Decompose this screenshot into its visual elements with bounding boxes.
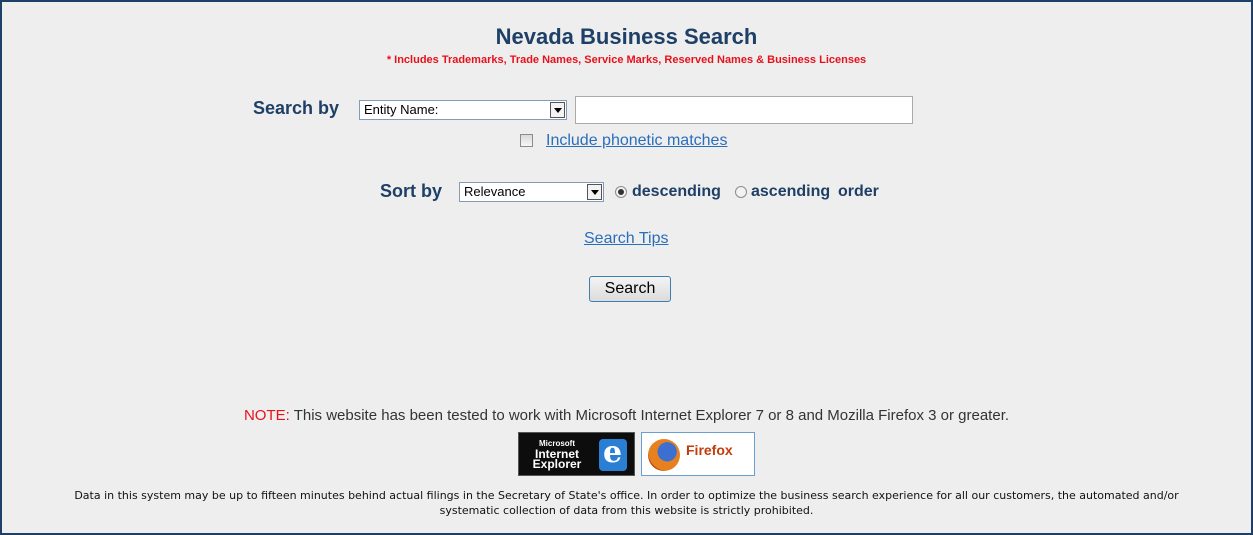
chevron-down-icon <box>550 102 565 118</box>
sort-select[interactable]: Relevance <box>459 182 604 202</box>
search-panel: Nevada Business Search * Includes Tradem… <box>0 0 1253 535</box>
search-tips-link[interactable]: Search Tips <box>584 230 668 248</box>
descending-radio[interactable] <box>615 186 627 198</box>
phonetic-checkbox[interactable] <box>520 134 533 147</box>
phonetic-matches-link[interactable]: Include phonetic matches <box>546 132 727 150</box>
internet-explorer-icon <box>599 435 627 471</box>
firefox-badge[interactable]: Firefox <box>641 432 755 476</box>
search-field-select-value: Entity Name: <box>364 102 439 117</box>
firefox-badge-name: Firefox <box>686 442 733 458</box>
internet-explorer-badge[interactable]: Microsoft Internet Explorer <box>518 432 635 476</box>
chevron-down-icon <box>587 184 602 200</box>
note-text: This website has been tested to work wit… <box>293 407 1010 424</box>
ie-badge-text: Microsoft Internet Explorer <box>527 439 587 471</box>
ascending-label: ascending <box>751 183 831 200</box>
search-by-label: Search by <box>253 98 340 118</box>
ie-badge-line3: Explorer <box>532 457 582 471</box>
ascending-radio[interactable] <box>735 186 747 198</box>
note-label: NOTE: <box>243 407 290 424</box>
sort-by-label: Sort by <box>380 181 443 201</box>
firefox-icon <box>648 439 680 471</box>
search-input[interactable] <box>575 96 913 124</box>
sort-select-value: Relevance <box>464 184 526 199</box>
page-subtitle: * Includes Trademarks, Trade Names, Serv… <box>386 54 867 66</box>
search-button[interactable]: Search <box>589 276 671 302</box>
search-field-select[interactable]: Entity Name: <box>359 100 567 120</box>
page-title: Nevada Business Search <box>495 24 758 49</box>
order-label: order <box>838 183 879 200</box>
data-disclaimer: Data in this system may be up to fifteen… <box>74 489 1179 517</box>
descending-label: descending <box>632 183 721 200</box>
browser-note: NOTE: This website has been tested to wo… <box>2 407 1251 424</box>
